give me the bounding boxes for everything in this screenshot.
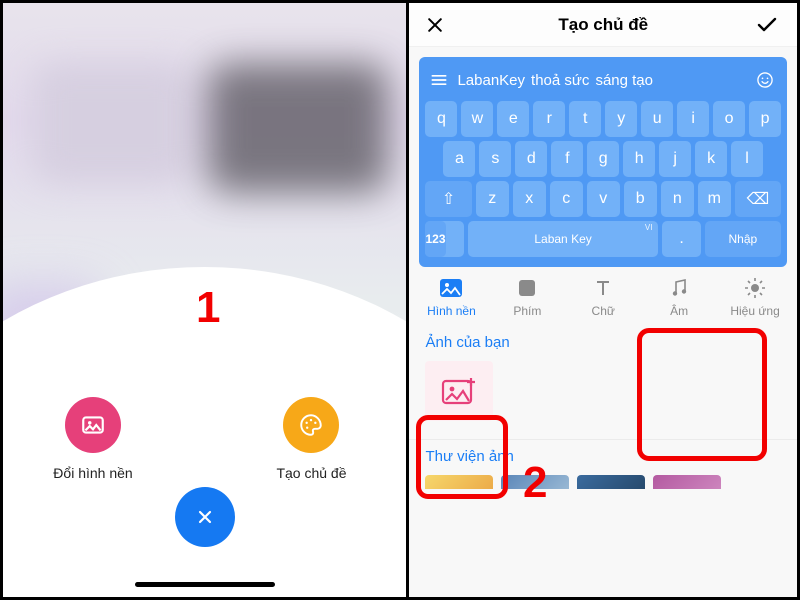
- key-q[interactable]: q: [425, 101, 457, 137]
- key-e[interactable]: e: [497, 101, 529, 137]
- highlight-box-2: [416, 415, 508, 499]
- tab-effects[interactable]: Hiệu ứng: [717, 277, 793, 318]
- add-image-icon: [441, 376, 477, 406]
- key-n[interactable]: n: [661, 181, 694, 217]
- callout-number-1: 1: [196, 283, 220, 333]
- key-u[interactable]: u: [641, 101, 673, 137]
- emoji-icon[interactable]: [755, 70, 777, 90]
- change-background-button[interactable]: Đổi hình nền: [33, 397, 153, 481]
- tab-text[interactable]: Chữ: [565, 277, 641, 318]
- action-menu: Đổi hình nền Tạo chủ đề: [3, 337, 406, 597]
- key-y[interactable]: y: [605, 101, 637, 137]
- key-o[interactable]: o: [713, 101, 745, 137]
- key-v[interactable]: v: [587, 181, 620, 217]
- tab-label: Âm: [670, 304, 688, 318]
- music-icon: [667, 277, 691, 299]
- key-shift[interactable]: ⇧: [425, 181, 471, 217]
- key-backspace[interactable]: ⌫: [735, 181, 781, 217]
- key-p[interactable]: p: [749, 101, 781, 137]
- key-a[interactable]: a: [443, 141, 475, 177]
- highlight-box-1: [637, 328, 767, 461]
- key-space[interactable]: Laban Key VI: [468, 221, 659, 257]
- keyboard-row-1: q w e r t y u i o p: [425, 101, 781, 137]
- create-theme-button[interactable]: Tạo chủ đề: [251, 397, 371, 481]
- step2-panel: Tạo chủ đề LabanKey thoả sức sáng tạo: [409, 3, 797, 597]
- tab-keys[interactable]: Phím: [489, 277, 565, 318]
- key-h[interactable]: h: [623, 141, 655, 177]
- key-l[interactable]: l: [731, 141, 763, 177]
- tab-label: Chữ: [592, 304, 615, 318]
- keyboard-row-2: a s d f g h j k l: [425, 141, 781, 177]
- close-menu-button[interactable]: [175, 487, 235, 559]
- square-icon: [515, 277, 539, 299]
- kb-word-1: thoả sức: [531, 72, 589, 89]
- keyboard-preview: LabanKey thoả sức sáng tạo q w e r t y u: [409, 47, 797, 267]
- key-d[interactable]: d: [515, 141, 547, 177]
- key-s[interactable]: s: [479, 141, 511, 177]
- key-123[interactable]: 123: [425, 221, 445, 257]
- text-icon: [591, 277, 615, 299]
- key-j[interactable]: j: [659, 141, 691, 177]
- image-icon: [439, 277, 463, 299]
- key-enter[interactable]: Nhập: [705, 221, 781, 257]
- palette-icon: [283, 397, 339, 453]
- image-icon: [65, 397, 121, 453]
- tab-label: Hiệu ứng: [730, 304, 779, 318]
- brightness-icon: [743, 277, 767, 299]
- add-photo-button[interactable]: [425, 361, 493, 421]
- editor-header: Tạo chủ đề: [409, 3, 797, 47]
- home-indicator: [135, 582, 275, 587]
- tab-background[interactable]: Hình nền: [413, 277, 489, 318]
- change-background-label: Đổi hình nền: [33, 465, 153, 481]
- tab-label: Phím: [513, 304, 541, 318]
- key-m[interactable]: m: [698, 181, 731, 217]
- key-i[interactable]: i: [677, 101, 709, 137]
- keyboard-suggestion-bar: LabanKey thoả sức sáng tạo: [425, 63, 781, 101]
- keyboard-row-3: ⇧ z x c v b n m ⌫: [425, 181, 781, 217]
- space-label: Laban Key: [534, 232, 591, 246]
- menu-icon[interactable]: [429, 70, 451, 90]
- key-z[interactable]: z: [476, 181, 509, 217]
- close-icon: [175, 487, 235, 547]
- key-x[interactable]: x: [513, 181, 546, 217]
- key-c[interactable]: c: [550, 181, 583, 217]
- key-r[interactable]: r: [533, 101, 565, 137]
- header-title: Tạo chủ đề: [558, 15, 648, 35]
- lang-indicator: VI: [645, 223, 653, 232]
- confirm-button[interactable]: [755, 13, 781, 37]
- key-t[interactable]: t: [569, 101, 601, 137]
- key-w[interactable]: w: [461, 101, 493, 137]
- tab-sound[interactable]: Âm: [641, 277, 717, 318]
- callout-number-2: 2: [523, 458, 547, 508]
- key-g[interactable]: g: [587, 141, 619, 177]
- library-thumb[interactable]: [577, 475, 645, 489]
- key-dot[interactable]: .: [662, 221, 700, 257]
- close-button[interactable]: [425, 15, 451, 35]
- create-theme-label: Tạo chủ đề: [251, 465, 371, 481]
- tab-label: Hình nền: [427, 304, 476, 318]
- key-b[interactable]: b: [624, 181, 657, 217]
- keyboard-row-4: 123 , Laban Key VI . Nhập: [425, 221, 781, 257]
- kb-app-name: LabanKey: [457, 72, 525, 89]
- library-thumb[interactable]: [653, 475, 721, 489]
- kb-word-2: sáng tạo: [595, 72, 653, 89]
- key-k[interactable]: k: [695, 141, 727, 177]
- key-f[interactable]: f: [551, 141, 583, 177]
- editor-tabs: Hình nền Phím Chữ Âm Hiệu ứng: [409, 267, 797, 322]
